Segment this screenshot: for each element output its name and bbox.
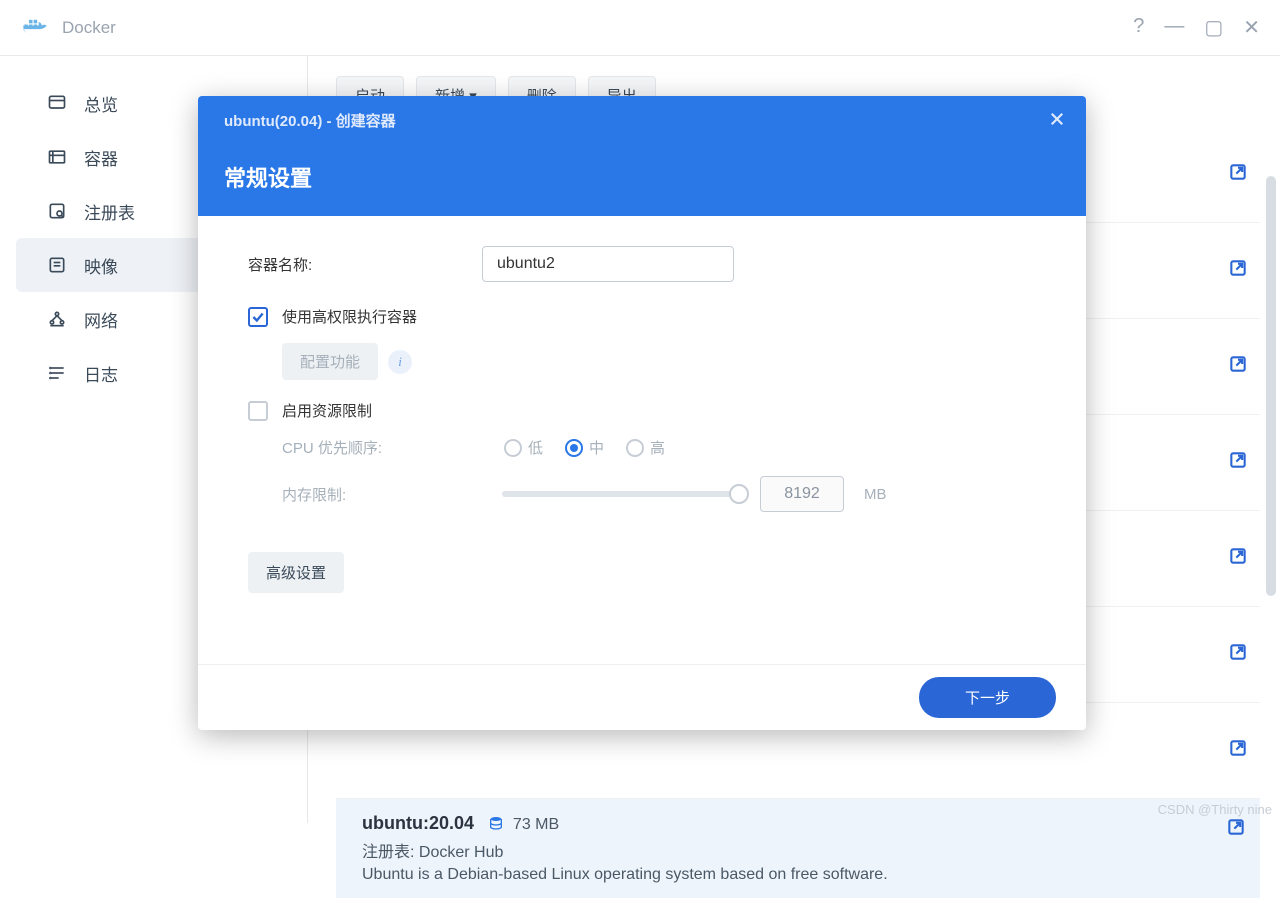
launch-icon[interactable] xyxy=(1228,546,1248,571)
image-desc: Ubuntu is a Debian-based Linux operating… xyxy=(362,866,1234,884)
mem-unit: MB xyxy=(864,486,887,503)
memory-input xyxy=(760,476,844,512)
container-name-input[interactable] xyxy=(482,246,734,282)
scrollbar-thumb[interactable] xyxy=(1266,176,1276,596)
app-title: Docker xyxy=(62,18,116,38)
close-icon[interactable] xyxy=(1048,110,1066,133)
mem-label: 内存限制: xyxy=(282,484,482,505)
launch-icon[interactable] xyxy=(1228,354,1248,379)
modal-header: ubuntu(20.04) - 创建容器 常规设置 xyxy=(198,96,1086,216)
privileged-checkbox[interactable] xyxy=(248,307,268,327)
launch-icon[interactable] xyxy=(1228,642,1248,667)
info-icon[interactable]: i xyxy=(388,350,412,374)
maximize-icon[interactable]: ▢ xyxy=(1204,15,1223,40)
launch-icon[interactable] xyxy=(1228,450,1248,475)
modal-body: 容器名称: 使用高权限执行容器 配置功能 i 启用资源限制 CPU 优先顺序: … xyxy=(198,216,1086,664)
help-icon[interactable]: ? xyxy=(1133,15,1144,40)
launch-icon[interactable] xyxy=(1228,162,1248,187)
cpu-radio-high xyxy=(626,439,644,457)
minimize-icon[interactable]: — xyxy=(1164,15,1184,40)
cpu-label: CPU 优先顺序: xyxy=(282,437,482,458)
registry-icon xyxy=(46,200,68,222)
docker-logo-icon xyxy=(20,16,52,40)
stack-icon xyxy=(488,815,504,831)
launch-icon[interactable] xyxy=(1226,817,1246,842)
titlebar: Docker ? — ▢ ✕ xyxy=(0,0,1280,56)
overview-icon xyxy=(46,92,68,114)
image-size: 73 MB xyxy=(488,816,559,833)
container-icon xyxy=(46,146,68,168)
slider-thumb xyxy=(729,484,749,504)
config-cap-button: 配置功能 xyxy=(282,343,378,380)
image-name: ubuntu:20.04 xyxy=(362,813,474,833)
image-icon xyxy=(46,254,68,276)
sidebar-item-label: 总览 xyxy=(84,91,118,116)
cpu-radio-mid xyxy=(565,439,583,457)
image-registry: 注册表: Docker Hub xyxy=(362,838,1234,862)
close-window-icon[interactable]: ✕ xyxy=(1243,15,1260,40)
sidebar-item-label: 日志 xyxy=(84,361,118,386)
sidebar-item-label: 注册表 xyxy=(84,199,135,224)
window-controls: ? — ▢ ✕ xyxy=(1133,15,1260,40)
watermark: CSDN @Thirty nine xyxy=(1158,802,1272,817)
log-icon xyxy=(46,362,68,384)
memory-slider xyxy=(502,491,740,497)
modal-section-title: 常规设置 xyxy=(224,161,1060,193)
sidebar-item-label: 网络 xyxy=(84,307,118,332)
network-icon xyxy=(46,308,68,330)
next-button[interactable]: 下一步 xyxy=(919,677,1056,718)
advanced-button[interactable]: 高级设置 xyxy=(248,552,344,593)
modal-crumb: ubuntu(20.04) - 创建容器 xyxy=(224,110,1060,131)
sidebar-item-label: 容器 xyxy=(84,145,118,170)
launch-icon[interactable] xyxy=(1228,738,1248,763)
resource-limit-label: 启用资源限制 xyxy=(282,400,372,421)
launch-icon[interactable] xyxy=(1228,258,1248,283)
resource-limit-checkbox[interactable] xyxy=(248,401,268,421)
image-row-ubuntu[interactable]: ubuntu:20.04 73 MB 注册表: Docker Hub Ubunt… xyxy=(336,799,1260,898)
container-name-label: 容器名称: xyxy=(248,254,482,275)
privileged-label: 使用高权限执行容器 xyxy=(282,306,417,327)
cpu-radio-low xyxy=(504,439,522,457)
scrollbar[interactable] xyxy=(1266,176,1276,856)
sidebar-item-label: 映像 xyxy=(84,253,118,278)
modal-footer: 下一步 xyxy=(198,664,1086,730)
create-container-modal: ubuntu(20.04) - 创建容器 常规设置 容器名称: 使用高权限执行容… xyxy=(198,96,1086,730)
